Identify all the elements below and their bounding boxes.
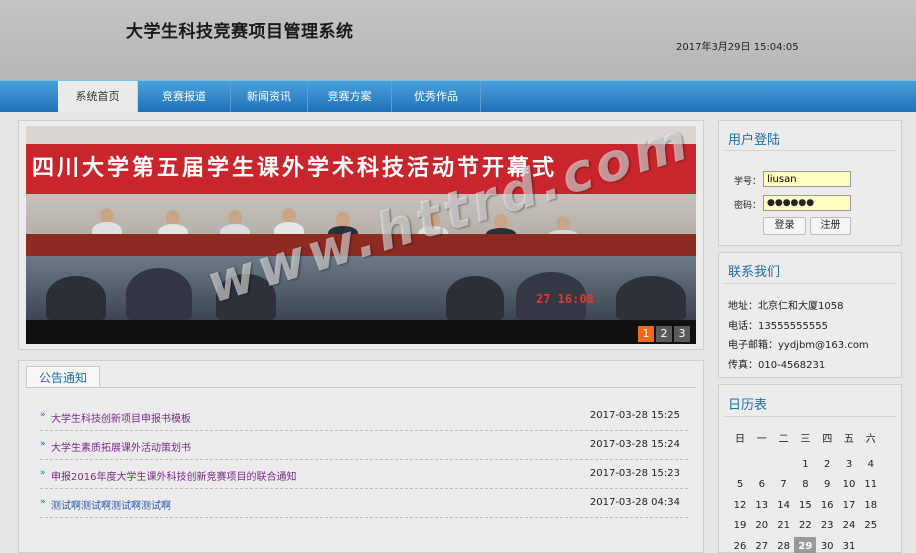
notice-title-link[interactable]: 大学生素质拓展课外活动策划书	[51, 439, 191, 454]
page-header: 大学生科技竞赛项目管理系统 2017年3月29日 15:04:05	[0, 0, 916, 80]
calendar-weekday: 五	[844, 434, 854, 445]
calendar-weekday: 四	[822, 434, 833, 445]
calendar-day[interactable]: 7	[773, 475, 795, 495]
calendar-day[interactable]: 21	[773, 516, 795, 536]
calendar-day[interactable]: 5	[729, 475, 751, 495]
calendar-day-today[interactable]: 29	[794, 536, 817, 553]
contact-phone: 电话：13555555555	[728, 321, 828, 332]
calendar-day[interactable]: 2	[816, 455, 838, 475]
nav-item-excellent-works[interactable]: 优秀作品	[392, 81, 481, 112]
calendar-day[interactable]: 14	[773, 496, 795, 516]
calendar-day[interactable]: 9	[816, 475, 838, 495]
calendar-day[interactable]: 13	[751, 496, 773, 516]
password-input[interactable]: ●●●●●●	[763, 195, 851, 211]
calendar-weekday: 六	[865, 434, 876, 445]
main-nav: 系统首页 竞赛报道 新闻资讯 竞赛方案 优秀作品	[0, 80, 916, 112]
notice-row: » 测试啊测试啊测试啊测试啊 2017-03-28 04:34	[40, 489, 688, 518]
calendar-day[interactable]: 16	[816, 496, 838, 516]
contact-fax: 传真：010-4568231	[728, 360, 826, 371]
notice-title-link[interactable]: 大学生科技创新项目申报书模板	[51, 410, 191, 425]
calendar-weekday: 三	[800, 434, 811, 445]
calendar-day[interactable]: 28	[773, 537, 795, 553]
calendar-day[interactable]: 4	[860, 455, 882, 475]
register-button[interactable]: 注册	[810, 217, 851, 235]
notice-date: 2017-03-28 15:25	[589, 410, 680, 421]
contact-address: 地址：北京仁和大厦1058	[728, 301, 844, 312]
calendar-day[interactable]: 12	[729, 496, 751, 516]
nav-item-competition-reports[interactable]: 竞赛报道	[138, 81, 231, 112]
calendar-day[interactable]: 26	[729, 537, 751, 553]
site-title: 大学生科技竞赛项目管理系统	[126, 22, 354, 42]
nav-item-home[interactable]: 系统首页	[58, 81, 138, 112]
notice-date: 2017-03-28 15:24	[589, 439, 680, 450]
bullet-icon: »	[40, 439, 46, 449]
slide-banner-text: 四川大学第五届学生课外学术科技活动节开幕式	[26, 144, 696, 194]
calendar-day[interactable]: 27	[751, 537, 773, 553]
username-input[interactable]	[763, 171, 851, 187]
notice-date: 2017-03-28 15:23	[589, 468, 680, 479]
slider-page-3-button[interactable]: 3	[674, 326, 690, 342]
calendar-title: 日历表	[728, 398, 768, 413]
password-label: 密码：	[734, 201, 762, 211]
notice-title-link[interactable]: 测试啊测试啊测试啊测试啊	[51, 497, 171, 512]
calendar-day[interactable]: 24	[838, 516, 860, 536]
slider-page-2-button[interactable]: 2	[656, 326, 672, 342]
username-label: 学号：	[734, 177, 762, 187]
image-slider[interactable]: 四川大学第五届学生课外学术科技活动节开幕式 27 16:08 1 2 3	[26, 126, 696, 344]
calendar-day[interactable]: 18	[860, 496, 882, 516]
nav-item-competition-plans[interactable]: 竞赛方案	[308, 81, 392, 112]
slide-timestamp: 27 16:08	[536, 292, 594, 306]
notice-row: » 大学生科技创新项目申报书模板 2017-03-28 15:25	[40, 402, 688, 431]
notice-date: 2017-03-28 04:34	[589, 497, 680, 508]
current-datetime: 2017年3月29日 15:04:05	[676, 42, 799, 53]
calendar-day[interactable]: 31	[838, 537, 860, 553]
calendar-day[interactable]: 15	[794, 496, 816, 516]
notice-title-link[interactable]: 申报2016年度大学生课外科技创新竞赛项目的联合通知	[51, 468, 296, 483]
calendar-day[interactable]: 10	[838, 475, 860, 495]
calendar-day[interactable]: 17	[838, 496, 860, 516]
calendar-day[interactable]: 23	[816, 516, 838, 536]
calendar-weekday: 二	[778, 434, 789, 445]
calendar-day[interactable]: 3	[838, 455, 860, 475]
notice-tab[interactable]: 公告通知	[26, 366, 100, 388]
notice-row: » 大学生素质拓展课外活动策划书 2017-03-28 15:24	[40, 431, 688, 460]
bullet-icon: »	[40, 468, 46, 478]
slider-page-1-button[interactable]: 1	[638, 326, 654, 342]
calendar-day[interactable]: 8	[794, 475, 816, 495]
calendar-day[interactable]: 25	[860, 516, 882, 536]
calendar-day[interactable]: 20	[751, 516, 773, 536]
calendar-day[interactable]: 11	[860, 475, 882, 495]
contact-title: 联系我们	[728, 265, 781, 280]
calendar-day[interactable]: 1	[794, 455, 816, 475]
calendar-day[interactable]: 19	[729, 516, 751, 536]
calendar-weekday: 一	[756, 434, 767, 445]
nav-item-news[interactable]: 新闻资讯	[231, 81, 308, 112]
login-title: 用户登陆	[728, 133, 781, 148]
bullet-icon: »	[40, 497, 46, 507]
calendar-day[interactable]: 22	[794, 516, 816, 536]
notice-row: » 申报2016年度大学生课外科技创新竞赛项目的联合通知 2017-03-28 …	[40, 460, 688, 489]
calendar-weekday: 日	[735, 434, 745, 445]
contact-email: 电子邮箱：yydjbm@163.com	[728, 340, 869, 351]
bullet-icon: »	[40, 410, 46, 420]
calendar-day[interactable]: 6	[751, 475, 773, 495]
login-button[interactable]: 登录	[763, 217, 806, 235]
calendar-day[interactable]: 30	[816, 537, 838, 553]
